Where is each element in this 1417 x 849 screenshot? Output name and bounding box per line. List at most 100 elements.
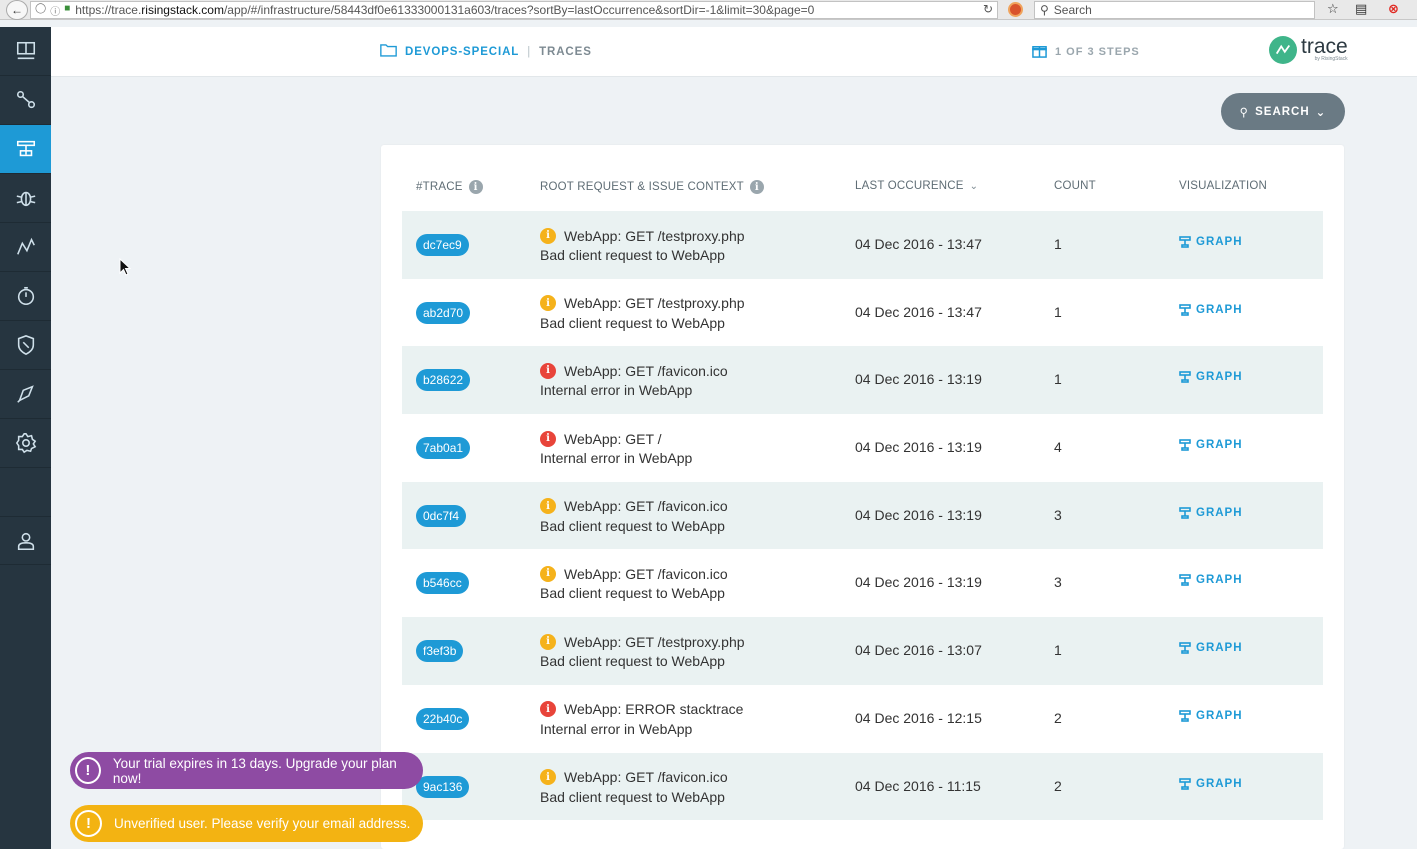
last-occurence-cell: 04 Dec 2016 - 13:47 <box>855 236 982 252</box>
info-icon[interactable]: i <box>468 180 483 194</box>
graph-icon <box>1179 574 1191 587</box>
trace-logo[interactable]: trace by RisingStack <box>1269 36 1348 64</box>
sidebar-item-alerts[interactable] <box>0 370 51 419</box>
last-occurence-cell: 04 Dec 2016 - 13:19 <box>855 574 982 591</box>
issue-context: i WebApp: GET /favicon.ico Bad client requ… <box>540 564 728 604</box>
table-header: #TRACE i ROOT REQUEST & ISSUE CONTEXT i … <box>402 178 1323 198</box>
last-occurence-cell: 04 Dec 2016 - 13:19 <box>855 506 982 523</box>
error-level-icon: i <box>540 430 556 447</box>
gift-icon <box>1032 43 1047 61</box>
back-arrow-icon[interactable]: ← <box>6 0 28 20</box>
error-level-icon: i <box>540 362 556 379</box>
sidebar-item-traces[interactable] <box>0 125 51 174</box>
reading-list-icon[interactable]: ▤ <box>1355 1 1367 17</box>
table-row[interactable]: b28622 i WebApp: GET /favicon.ico Internal … <box>402 346 1323 415</box>
graph-link-label: GRAPH <box>1196 439 1243 452</box>
address-bar[interactable]: ◯ ⓘ ■ https://trace.risingstack.com/app/#/… <box>30 1 998 19</box>
search-icon: ⚲ <box>1239 106 1250 119</box>
table-row[interactable]: b546cc i WebApp: GET /favicon.ico Bad clien… <box>402 549 1323 617</box>
sidebar-item-profiler[interactable] <box>0 272 51 321</box>
warn-level-icon: i <box>540 565 556 582</box>
table-row[interactable]: 9ac136 i WebApp: GET /favicon.ico Bad clien… <box>402 752 1323 821</box>
graph-link[interactable]: GRAPH <box>1179 710 1243 722</box>
sidebar-item-metrics[interactable] <box>0 223 51 272</box>
table-row[interactable]: dc7ec9 i WebApp: GET /testproxy.php Bad cli… <box>402 211 1323 279</box>
root-request: WebApp: GET /testproxy.php <box>564 227 745 244</box>
count-cell: 3 <box>1054 574 1062 591</box>
graph-link[interactable]: GRAPH <box>1179 778 1243 790</box>
search-button[interactable]: ⚲ SEARCH ⌄ <box>1221 93 1345 130</box>
trace-id-badge[interactable]: 9ac136 <box>416 775 470 798</box>
sort-chevron-icon: ⌄ <box>969 180 979 192</box>
issue-description: Bad client request to WebApp <box>540 653 725 670</box>
table-row[interactable]: 7ab0a1 i WebApp: GET / Internal error in We… <box>402 414 1323 482</box>
table-row[interactable]: f3ef3b i WebApp: GET /testproxy.php Bad cli… <box>402 617 1323 685</box>
count-cell: 1 <box>1054 642 1062 659</box>
graph-link-label: GRAPH <box>1196 709 1243 722</box>
root-request: WebApp: GET /favicon.ico <box>564 769 728 785</box>
graph-link[interactable]: GRAPH <box>1179 236 1243 248</box>
trace-id-badge[interactable]: dc7ec9 <box>416 234 469 256</box>
count-cell: 4 <box>1054 439 1062 456</box>
traces-table: #TRACE i ROOT REQUEST & ISSUE CONTEXT i … <box>381 145 1344 849</box>
last-occurence-cell: 04 Dec 2016 - 13:19 <box>855 439 982 456</box>
graph-link[interactable]: GRAPH <box>1179 371 1243 383</box>
error-level-icon: i <box>540 701 556 718</box>
trace-id-badge[interactable]: b546cc <box>416 572 469 595</box>
graph-link-label: GRAPH <box>1196 574 1243 587</box>
col-context-label: ROOT REQUEST & ISSUE CONTEXT <box>540 181 744 193</box>
onboarding-steps[interactable]: 1 OF 3 STEPS <box>1032 43 1140 61</box>
graph-link[interactable]: GRAPH <box>1179 574 1243 586</box>
table-row[interactable]: 22b40c i WebApp: ERROR stacktrace Internal … <box>402 685 1323 753</box>
graph-icon <box>1179 506 1191 519</box>
extension-icon[interactable] <box>1008 2 1023 17</box>
sidebar-item-security[interactable] <box>0 321 51 370</box>
trace-id-badge[interactable]: f3ef3b <box>416 640 464 663</box>
root-request: WebApp: GET /favicon.ico <box>564 565 728 582</box>
issue-description: Bad client request to WebApp <box>540 788 725 805</box>
warn-level-icon: i <box>540 498 556 515</box>
graph-link[interactable]: GRAPH <box>1179 507 1243 519</box>
trace-id-badge[interactable]: 0dc7f4 <box>416 504 467 527</box>
browser-search-input[interactable]: ⚲ Search <box>1034 1 1315 19</box>
issue-context: i WebApp: ERROR stacktrace Internal error … <box>540 700 743 740</box>
verify-toast[interactable]: ! Unverified user. Please verify your em… <box>70 805 423 842</box>
graph-icon <box>1179 303 1191 316</box>
trace-id-badge[interactable]: b28622 <box>416 369 471 392</box>
info-icon[interactable]: i <box>749 180 764 194</box>
trace-id-badge[interactable]: 22b40c <box>416 707 470 730</box>
sidebar-item-account[interactable] <box>0 516 51 565</box>
sidebar-item-issues[interactable] <box>0 174 51 223</box>
breadcrumb-project[interactable]: DEVOPS-SPECIAL <box>405 46 519 58</box>
sidebar-item-settings[interactable] <box>0 419 51 468</box>
bookmark-star-icon[interactable]: ☆ <box>1327 1 1339 17</box>
issue-description: Bad client request to WebApp <box>540 517 725 534</box>
logo-icon <box>1269 36 1297 64</box>
trace-id-badge[interactable]: 7ab0a1 <box>416 437 471 460</box>
graph-link[interactable]: GRAPH <box>1179 304 1243 316</box>
chevron-down-icon: ⌄ <box>1315 106 1327 119</box>
graph-icon <box>1179 439 1191 451</box>
sidebar-item-dashboard[interactable] <box>0 27 51 76</box>
graph-link[interactable]: GRAPH <box>1179 642 1243 654</box>
trial-toast[interactable]: ! Your trial expires in 13 days. Upgrade… <box>70 752 423 789</box>
trial-toast-text: Your trial expires in 13 days. Upgrade y… <box>112 755 397 786</box>
col-count-label: COUNT <box>1054 180 1096 192</box>
graph-icon <box>1179 777 1191 790</box>
site-info-icons[interactable]: ◯ ⓘ ■ <box>35 3 70 18</box>
col-trace: #TRACE i <box>416 180 483 194</box>
issue-description: Bad client request to WebApp <box>540 585 725 602</box>
col-trace-label: #TRACE <box>416 181 463 193</box>
sidebar-item-topology[interactable] <box>0 76 51 125</box>
reload-icon[interactable]: ↻ <box>983 2 993 16</box>
graph-link[interactable]: GRAPH <box>1179 439 1243 451</box>
graph-icon <box>1179 236 1191 248</box>
graph-link-label: GRAPH <box>1196 371 1243 384</box>
folder-icon <box>380 43 397 60</box>
close-circle-icon[interactable]: ⊗ <box>1388 1 1399 17</box>
col-last-occurence[interactable]: LAST OCCURENCE ⌄ <box>855 180 978 192</box>
table-row[interactable]: ab2d70 i WebApp: GET /testproxy.php Bad cli… <box>402 279 1323 347</box>
table-row[interactable]: 0dc7f4 i WebApp: GET /favicon.ico Bad clien… <box>402 481 1323 550</box>
trace-id-badge[interactable]: ab2d70 <box>416 301 471 324</box>
warn-level-icon: i <box>540 227 556 244</box>
